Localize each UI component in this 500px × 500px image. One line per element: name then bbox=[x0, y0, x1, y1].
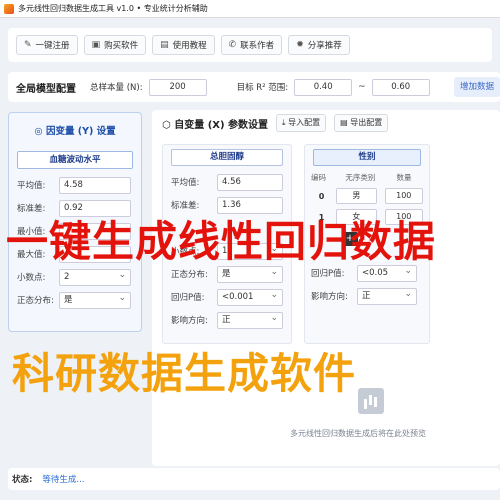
y-mean-label: 平均值: bbox=[17, 181, 46, 191]
x-panel-title: ⬡ 自变量 (X) 参数设置 bbox=[162, 116, 268, 131]
y-normal-row: 正态分布: 是 bbox=[17, 290, 141, 310]
promo-overlay-line1: 一键生成线性回归数据 bbox=[6, 217, 437, 266]
title-bar: 多元线性回归数据生成工具 v1.0 • 专业统计分析辅助 bbox=[0, 0, 500, 18]
status-label: 状态: bbox=[12, 475, 33, 485]
x1-pvalue-label: 回归P值: bbox=[171, 293, 205, 303]
x2-direction-label: 影响方向: bbox=[311, 292, 348, 302]
tutorial-label: 使用教程 bbox=[172, 41, 207, 51]
category-row: 0 男 100 bbox=[311, 188, 424, 204]
x2-direction-select[interactable]: 正 bbox=[357, 287, 417, 305]
contact-button[interactable]: ✆ 联系作者 bbox=[220, 35, 283, 55]
y-normal-select[interactable]: 是 bbox=[59, 291, 131, 309]
col-count: 数量 bbox=[396, 173, 412, 182]
status-bar: 状态: 等待生成... bbox=[8, 468, 500, 490]
gear-icon: ✹ bbox=[296, 40, 304, 50]
share-button[interactable]: ✹ 分享推荐 bbox=[288, 35, 350, 55]
r2-max-input[interactable]: 0.60 bbox=[371, 78, 430, 96]
col-code: 编码 bbox=[311, 173, 326, 182]
tutorial-button[interactable]: ▤ 使用教程 bbox=[152, 35, 215, 55]
global-config-title: 全局模型配置 bbox=[16, 83, 76, 95]
x1-normal-label: 正态分布: bbox=[171, 270, 208, 280]
x1-direction-row: 影响方向: 正 bbox=[171, 310, 291, 330]
add-data-button[interactable]: 增加数据 bbox=[453, 77, 500, 97]
x1-pvalue-row: 回归P值: <0.001 bbox=[171, 287, 291, 307]
x2-variable-name[interactable]: 性别 bbox=[313, 149, 421, 166]
y-panel-title: ◎ 因变量 (Y) 设置 bbox=[9, 123, 141, 137]
status-value: 等待生成... bbox=[42, 475, 85, 485]
category-table-header: 编码 无序类别 数量 bbox=[311, 172, 423, 183]
x1-mean-label: 平均值: bbox=[171, 178, 200, 188]
phone-icon: ✆ bbox=[228, 40, 237, 50]
app-icon bbox=[4, 3, 14, 14]
x-panel-title-text: 自变量 (X) 参数设置 bbox=[174, 119, 269, 131]
x-panel-header: ⬡ 自变量 (X) 参数设置 ⤓ 导入配置 ▤ 导出配置 bbox=[152, 110, 500, 136]
register-label: 一键注册 bbox=[35, 41, 70, 51]
preview-placeholder: 多元线性回归数据生成后将在此处预览 bbox=[290, 429, 426, 438]
chart-icon bbox=[358, 388, 384, 414]
r2-min-input[interactable]: 0.40 bbox=[294, 78, 353, 96]
x1-direction-label: 影响方向: bbox=[171, 316, 208, 326]
sample-size-input[interactable]: 200 bbox=[148, 78, 207, 96]
col-category: 无序类别 bbox=[345, 173, 376, 182]
x-settings-panel: ⬡ 自变量 (X) 参数设置 ⤓ 导入配置 ▤ 导出配置 总胆固醇 平均值: 4.… bbox=[152, 110, 500, 466]
y-decimal-select[interactable]: 2 bbox=[59, 268, 131, 286]
y-decimal-row: 小数点: 2 bbox=[17, 267, 141, 287]
export-icon: ▤ bbox=[340, 118, 351, 127]
y-mean-input[interactable]: 4.58 bbox=[59, 176, 131, 194]
x1-mean-row: 平均值: 4.56 bbox=[171, 172, 291, 192]
share-label: 分享推荐 bbox=[307, 41, 342, 51]
import-config-label: 导入配置 bbox=[288, 118, 321, 127]
r2-range-label: 目标 R² 范围: bbox=[236, 83, 289, 93]
r2-separator: ~ bbox=[358, 82, 366, 92]
import-config-button[interactable]: ⤓ 导入配置 bbox=[276, 114, 327, 132]
buy-button[interactable]: ▣ 购买软件 bbox=[83, 35, 147, 55]
contact-label: 联系作者 bbox=[240, 41, 275, 51]
export-config-label: 导出配置 bbox=[350, 118, 383, 127]
sample-size-label: 总样本量 (N): bbox=[90, 83, 143, 93]
x1-variable-name[interactable]: 总胆固醇 bbox=[171, 149, 283, 166]
category-name-input[interactable]: 男 bbox=[336, 188, 377, 204]
buy-label: 购买软件 bbox=[104, 41, 139, 51]
x1-pvalue-select[interactable]: <0.001 bbox=[217, 288, 283, 306]
window-title: 多元线性回归数据生成工具 v1.0 • 专业统计分析辅助 bbox=[18, 4, 208, 13]
global-config-bar: 全局模型配置 总样本量 (N): 200 目标 R² 范围: 0.40 ~ 0.… bbox=[8, 72, 500, 102]
cube-icon: ⬡ bbox=[162, 119, 175, 131]
target-icon: ◎ bbox=[34, 126, 46, 137]
x1-direction-select[interactable]: 正 bbox=[217, 311, 283, 329]
y-mean-row: 平均值: 4.58 bbox=[17, 175, 141, 195]
export-config-button[interactable]: ▤ 导出配置 bbox=[334, 114, 389, 132]
x2-direction-row: 影响方向: 正 bbox=[311, 286, 429, 306]
register-button[interactable]: ✎ 一键注册 bbox=[16, 35, 78, 55]
x1-mean-input[interactable]: 4.56 bbox=[217, 173, 283, 191]
category-code: 0 bbox=[318, 191, 325, 201]
y-panel-title-text: 因变量 (Y) 设置 bbox=[45, 126, 116, 137]
document-icon: ▤ bbox=[160, 40, 169, 50]
cart-icon: ▣ bbox=[91, 40, 101, 50]
category-count-input[interactable]: 100 bbox=[384, 188, 424, 204]
promo-overlay-line2: 科研数据生成软件 bbox=[12, 349, 357, 398]
register-icon: ✎ bbox=[24, 40, 32, 50]
y-normal-label: 正态分布: bbox=[17, 296, 54, 306]
y-decimal-label: 小数点: bbox=[17, 273, 46, 283]
y-variable-name[interactable]: 血糖波动水平 bbox=[17, 151, 133, 169]
toolbar: ✎ 一键注册 ▣ 购买软件 ▤ 使用教程 ✆ 联系作者 ✹ 分享推荐 bbox=[8, 28, 492, 62]
